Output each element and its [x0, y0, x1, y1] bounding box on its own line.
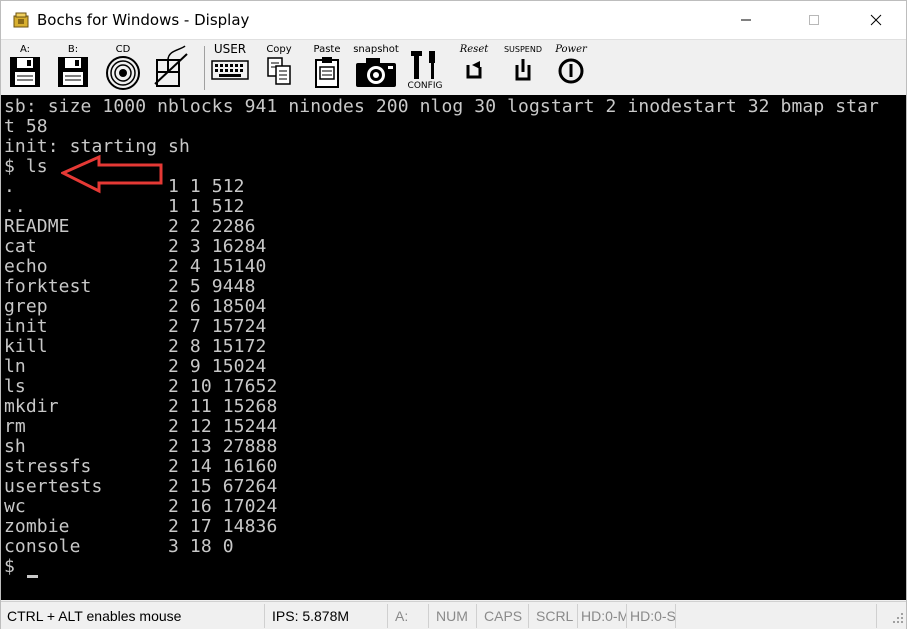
user-button[interactable]: USER [209, 42, 251, 92]
floppy-a-button[interactable]: A: [7, 44, 43, 92]
drive-a-status: A: [389, 604, 429, 628]
suspend-icon [515, 59, 531, 81]
window-title: Bochs for Windows - Display [37, 11, 250, 29]
copy-icon [267, 57, 291, 85]
terminal-line: $ ls [4, 156, 48, 177]
terminal-line: $ [4, 556, 26, 577]
suspend-button[interactable]: SUSPEND [501, 44, 545, 92]
terminal-line: echo 2 4 15140 [4, 256, 267, 277]
num-lock-status: NUM [430, 604, 477, 628]
hd0-master-status: HD:0-M [579, 604, 627, 628]
paste-button[interactable]: Paste [307, 44, 347, 92]
hd0-slave-status: HD:0-S [628, 604, 676, 628]
floppy-b-label: B: [67, 44, 79, 55]
floppy-a-label: A: [19, 44, 31, 55]
floppy-disk-icon [10, 57, 40, 87]
terminal-line: rm 2 12 15244 [4, 416, 278, 437]
terminal-line: README 2 2 2286 [4, 216, 256, 237]
scroll-lock-status: SCRL [530, 604, 578, 628]
maximize-button[interactable] [791, 1, 837, 39]
terminal-line: wc 2 16 17024 [4, 496, 278, 517]
terminal-line: usertests 2 15 67264 [4, 476, 278, 497]
ips-status: IPS: 5.878M [266, 604, 388, 628]
terminal-line: init 2 7 15724 [4, 316, 267, 337]
config-label: CONFIG [407, 81, 443, 91]
terminal-line: ln 2 9 15024 [4, 356, 267, 377]
terminal-line: zombie 2 17 14836 [4, 516, 278, 537]
reset-icon [466, 61, 482, 79]
power-button[interactable]: Power [549, 44, 593, 92]
mouse-disabled-icon [154, 45, 188, 87]
cdrom-label: CD [115, 44, 131, 55]
tools-config-icon [411, 51, 435, 79]
close-button[interactable] [853, 1, 899, 39]
keyboard-icon [211, 60, 249, 80]
terminal-line: .. 1 1 512 [4, 196, 245, 217]
snapshot-button[interactable]: snapshot [353, 44, 399, 92]
terminal-line: mkdir 2 11 15268 [4, 396, 278, 417]
resize-grip-icon[interactable] [890, 610, 904, 624]
terminal-line: ls 2 10 17652 [4, 376, 278, 397]
suspend-label: SUSPEND [503, 45, 543, 54]
power-icon [558, 58, 584, 84]
terminal-line: console 3 18 0 [4, 536, 234, 557]
reset-label: Reset [459, 44, 489, 55]
maximize-icon [809, 15, 819, 25]
cdrom-disc-icon [106, 56, 140, 90]
bochs-app-icon [13, 12, 29, 28]
red-arrow-annotation-icon [61, 154, 163, 194]
toolbar-separator [204, 46, 205, 90]
terminal-line: kill 2 8 15172 [4, 336, 267, 357]
terminal-line: forktest 2 5 9448 [4, 276, 256, 297]
clipboard-paste-icon [315, 57, 339, 88]
text-cursor [27, 575, 38, 578]
mouse-toggle-button[interactable] [151, 44, 195, 92]
bochs-window: Bochs for Windows - Display A: B: CD USE… [0, 0, 907, 629]
terminal-line: sb: size 1000 nblocks 941 ninodes 200 nl… [4, 96, 879, 117]
copy-button[interactable]: Copy [259, 44, 299, 92]
caps-lock-status: CAPS [478, 604, 529, 628]
terminal-line: t 58 [4, 116, 48, 137]
floppy-disk-icon [58, 57, 88, 87]
terminal-line: sh 2 13 27888 [4, 436, 278, 457]
user-label: USER [213, 42, 247, 56]
minimize-icon [741, 19, 751, 21]
power-label: Power [555, 44, 587, 55]
copy-label: Copy [266, 44, 292, 55]
paste-label: Paste [313, 44, 341, 55]
terminal-line: stressfs 2 14 16160 [4, 456, 278, 477]
terminal-line: grep 2 6 18504 [4, 296, 267, 317]
toolbar: A: B: CD USER Copy Paste snapshot CONFIG… [1, 39, 906, 95]
minimize-button[interactable] [723, 1, 769, 39]
terminal-line: cat 2 3 16284 [4, 236, 267, 257]
mouse-hint-status: CTRL + ALT enables mouse [1, 604, 265, 628]
status-bar: CTRL + ALT enables mouse IPS: 5.878M A: … [1, 601, 906, 629]
config-button[interactable]: CONFIG [405, 44, 445, 92]
close-icon [870, 14, 882, 26]
title-bar[interactable]: Bochs for Windows - Display [1, 1, 906, 39]
camera-icon [356, 58, 396, 87]
floppy-b-button[interactable]: B: [53, 44, 93, 92]
status-empty-cell [677, 604, 877, 628]
cdrom-button[interactable]: CD [103, 44, 143, 92]
reset-button[interactable]: Reset [452, 44, 496, 92]
snapshot-label: snapshot [353, 44, 399, 55]
